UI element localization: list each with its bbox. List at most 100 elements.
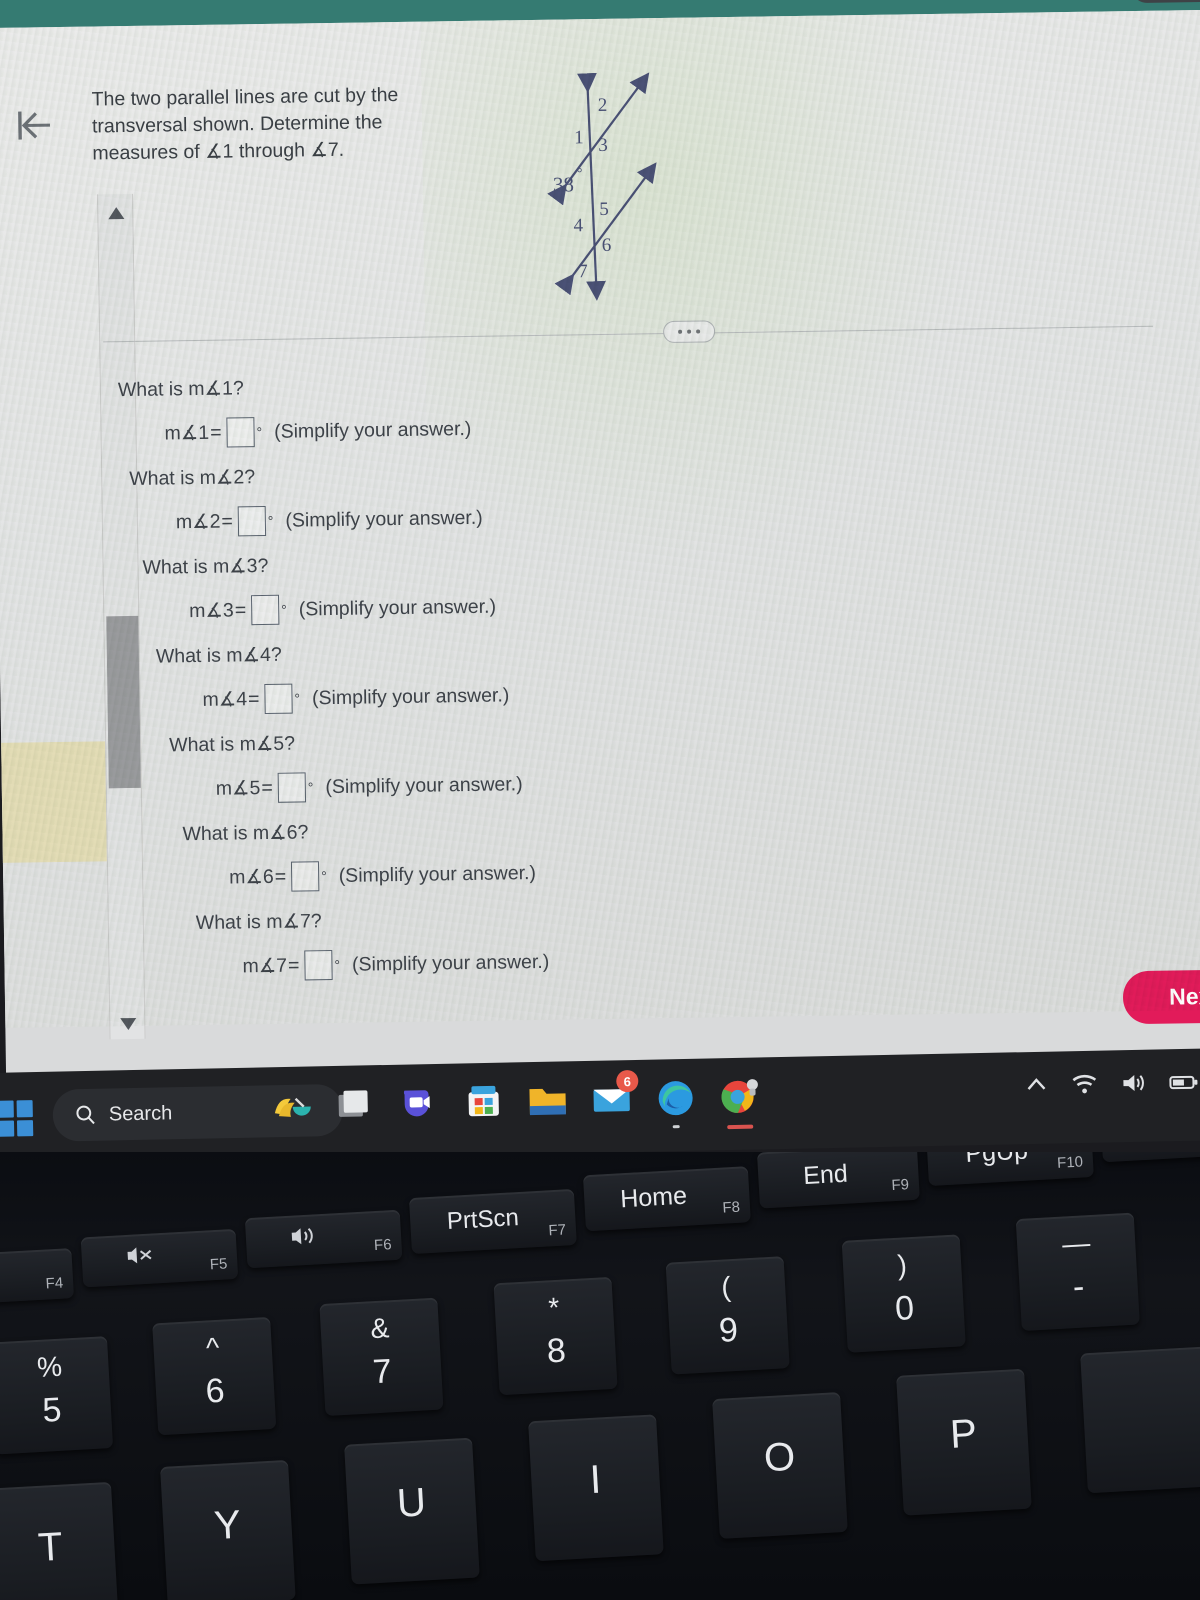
svg-text:1: 1 <box>574 127 584 148</box>
key-6[interactable]: ^ 6 <box>152 1316 277 1436</box>
key-f4[interactable]: F4 <box>0 1248 75 1304</box>
answer-input[interactable] <box>277 772 307 803</box>
answer-row: What is m∡3? m∡3 = ° (Simplify your answ… <box>142 547 761 645</box>
key-f8-home[interactable]: Home F8 <box>582 1166 751 1232</box>
answer-line: m∡4 = ° (Simplify your answer.) <box>156 677 762 716</box>
key-9[interactable]: ( 9 <box>665 1256 790 1375</box>
answer-label: m∡2 <box>175 510 221 534</box>
key-fn-label: F7 <box>548 1221 567 1240</box>
mail-icon[interactable]: 6 <box>588 1069 639 1123</box>
svg-text:2: 2 <box>598 95 608 116</box>
wifi-icon[interactable] <box>1070 1073 1098 1096</box>
teams-icon[interactable] <box>396 1080 443 1127</box>
simplify-hint: (Simplify your answer.) <box>273 417 472 443</box>
answer-input[interactable] <box>290 861 320 892</box>
key-label: 0 <box>894 1288 916 1328</box>
back-to-start-icon[interactable] <box>10 103 59 148</box>
degree-symbol: ° <box>321 868 327 885</box>
key-f5-mute[interactable]: F5 <box>80 1228 239 1288</box>
key-shift-label: ( <box>720 1271 732 1303</box>
file-explorer-icon[interactable] <box>332 1081 379 1128</box>
key-5[interactable]: % 5 <box>0 1336 114 1455</box>
key-label: PrtScn <box>446 1204 520 1236</box>
key-label: - <box>1071 1267 1086 1307</box>
key-0[interactable]: ) 0 <box>841 1234 966 1353</box>
degree-symbol: ° <box>307 779 314 796</box>
submit-button[interactable]: Sub <box>1130 0 1200 4</box>
key-bracket-left[interactable] <box>1080 1346 1200 1494</box>
key-fn-label: F6 <box>373 1236 393 1255</box>
degree-symbol: ° <box>256 424 263 441</box>
banana-bowl-icon[interactable] <box>268 1082 315 1129</box>
mail-badge: 6 <box>616 1069 639 1093</box>
simplify-hint: (Simplify your answer.) <box>298 595 497 620</box>
key-o[interactable]: O <box>712 1391 848 1539</box>
key-t[interactable]: T <box>0 1481 119 1600</box>
key-f11-pgdn[interactable]: PgDn F11 <box>1099 1152 1200 1163</box>
key-label: P <box>948 1411 979 1457</box>
answer-row: What is m∡5? m∡5 = ° (Simplify your answ… <box>169 725 764 823</box>
answer-row: What is m∡2? m∡2 = ° (Simplify your answ… <box>129 458 760 556</box>
answer-label: m∡6 <box>229 865 274 889</box>
key-u[interactable]: U <box>344 1437 480 1585</box>
folder-icon[interactable] <box>524 1077 571 1124</box>
answer-row: What is m∡1? m∡1 = ° (Simplify your answ… <box>118 369 759 467</box>
answer-label: m∡3 <box>189 599 234 623</box>
key-shift-label: * <box>547 1291 561 1324</box>
key-label: Home <box>619 1181 688 1214</box>
simplify-hint: (Simplify your answer.) <box>338 861 537 887</box>
key-i[interactable]: I <box>528 1414 664 1562</box>
answer-input[interactable] <box>264 683 293 715</box>
running-indicator <box>672 1125 680 1129</box>
photo-of-laptop-screen: Homework Sub <box>0 0 1200 1600</box>
edge-icon[interactable] <box>652 1075 699 1129</box>
key-shift-label: — <box>1061 1227 1092 1260</box>
volume-icon[interactable] <box>1120 1072 1146 1095</box>
chrome-icon[interactable] <box>716 1073 763 1130</box>
chevron-up-icon[interactable] <box>1024 1075 1048 1095</box>
key-7[interactable]: & 7 <box>319 1297 444 1416</box>
svg-text:3: 3 <box>598 135 608 156</box>
answer-input[interactable] <box>226 417 255 448</box>
key-label: 6 <box>204 1371 226 1411</box>
key-label: PgUp <box>964 1152 1029 1168</box>
key-y[interactable]: Y <box>160 1459 296 1600</box>
simplify-hint: (Simplify your answer.) <box>311 683 510 709</box>
mute-icon <box>125 1243 157 1273</box>
scroll-down-arrow-icon[interactable] <box>118 1015 138 1033</box>
key-label: 9 <box>717 1310 739 1350</box>
ellipsis-dot-icon <box>678 329 683 334</box>
key-fn-label: F5 <box>209 1255 228 1274</box>
answer-label: m∡4 <box>202 688 248 711</box>
answer-row: What is m∡7? m∡7 = ° (Simplify your answ… <box>196 903 767 1000</box>
key-p[interactable]: P <box>896 1368 1032 1516</box>
equals-sign: = <box>274 865 287 888</box>
next-button[interactable]: Next <box>1122 969 1200 1025</box>
key-f7-prtscn[interactable]: PrtScn F7 <box>408 1188 577 1255</box>
ellipsis-dot-icon <box>687 329 692 334</box>
geometry-figure: 1 2 3 4 5 6 7 38 ° <box>531 61 725 304</box>
key-f6-volume[interactable]: F6 <box>244 1209 403 1269</box>
svg-text:5: 5 <box>599 199 609 220</box>
answer-input[interactable] <box>237 505 267 537</box>
degree-symbol: ° <box>294 690 301 707</box>
answer-line: m∡1 = ° (Simplify your answer.) <box>118 410 758 449</box>
battery-icon[interactable] <box>1168 1072 1198 1093</box>
scroll-up-arrow-icon[interactable] <box>106 204 126 222</box>
key-label: End <box>802 1159 849 1191</box>
degree-symbol: ° <box>281 601 287 618</box>
answer-input[interactable] <box>304 950 333 981</box>
key-f9-end[interactable]: End F9 <box>756 1152 920 1209</box>
key-8[interactable]: * 8 <box>493 1276 618 1396</box>
answer-input[interactable] <box>250 594 280 626</box>
start-button-icon[interactable] <box>0 1100 34 1137</box>
answer-label: m∡7 <box>242 954 288 978</box>
key-fn-label: F10 <box>1056 1153 1084 1172</box>
microsoft-store-icon[interactable] <box>460 1079 507 1126</box>
answer-list: What is m∡1? m∡1 = ° (Simplify your answ… <box>118 369 767 1001</box>
key-minus[interactable]: — - <box>1015 1212 1140 1331</box>
key-f10-pgup[interactable]: PgUp F10 <box>925 1152 1094 1187</box>
answer-label: m∡5 <box>215 777 261 800</box>
key-fn-label: F4 <box>45 1274 64 1293</box>
more-options-button[interactable] <box>662 320 716 344</box>
